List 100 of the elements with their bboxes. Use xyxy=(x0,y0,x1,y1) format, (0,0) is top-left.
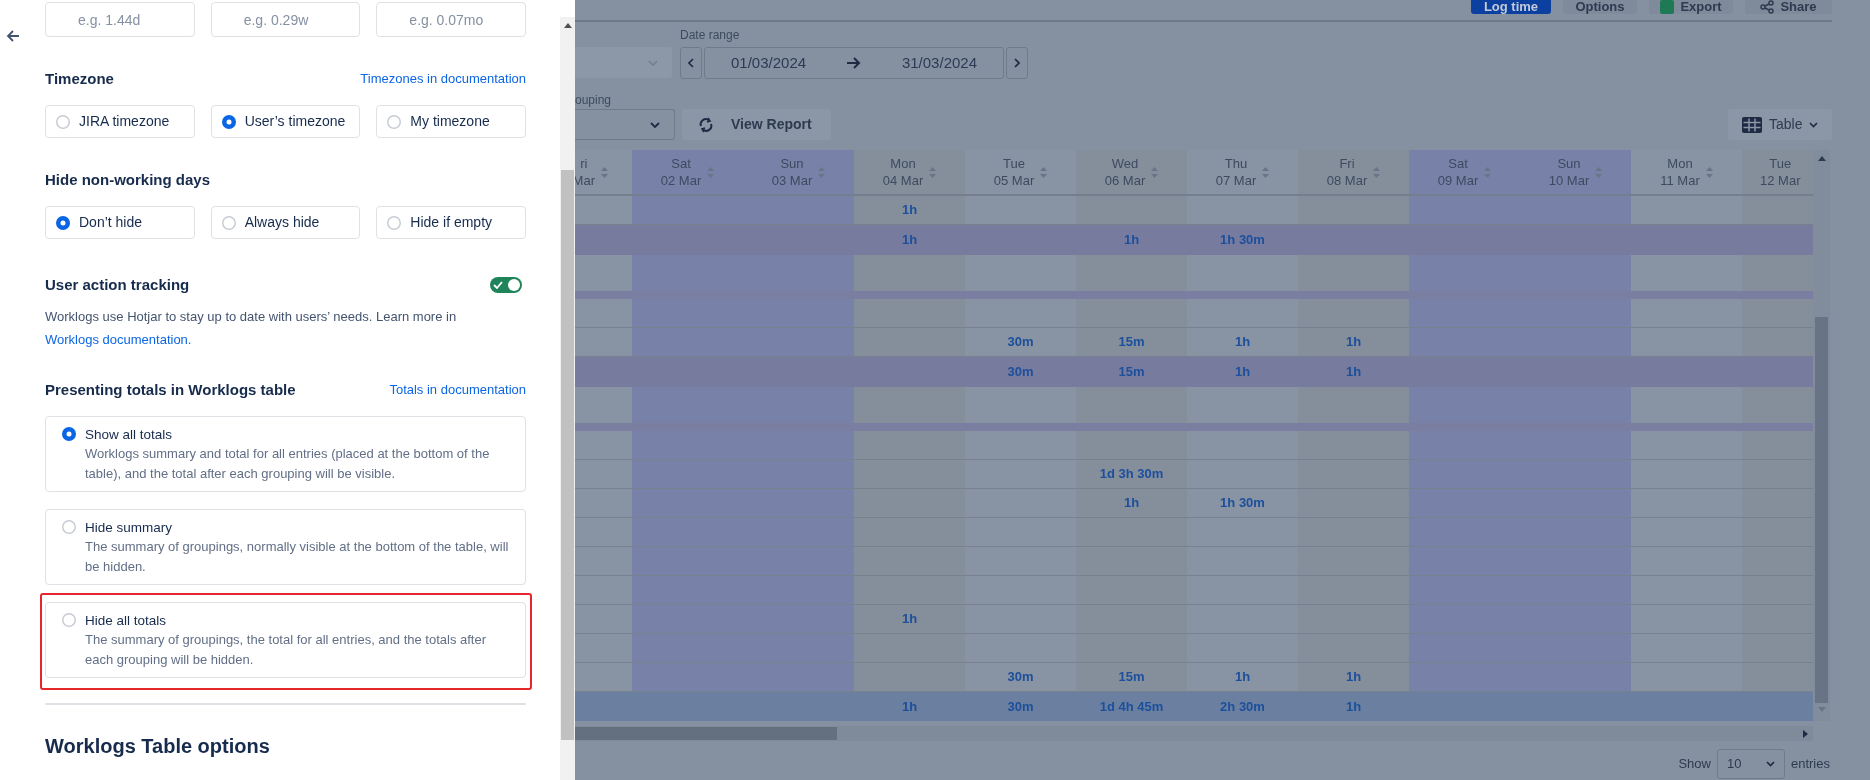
toolbar-button[interactable]: Export xyxy=(1649,0,1733,14)
time-cell[interactable]: 1h xyxy=(1187,663,1298,691)
input-field[interactable]: e.g. 1.44d xyxy=(45,2,195,37)
time-cell[interactable]: 1h xyxy=(1298,357,1409,387)
arrow-right-icon[interactable] xyxy=(1803,729,1808,738)
time-cell[interactable]: 30m xyxy=(965,328,1076,356)
radio-option[interactable]: My timezone xyxy=(376,105,526,138)
option-description: Worklogs summary and total for all entries (placed at the bottom of the table), and the total after each grouping will be visible. xyxy=(85,445,491,483)
refresh-icon xyxy=(698,116,714,133)
arrow-down-icon[interactable] xyxy=(1817,707,1826,712)
time-cell[interactable]: 1h xyxy=(1076,225,1187,255)
section-title: Worklogs Table options xyxy=(45,734,271,758)
arrow-up-icon[interactable] xyxy=(1817,156,1826,161)
field-label: Date range xyxy=(680,28,741,42)
column-header[interactable]: Wed 06 Mar xyxy=(1076,150,1187,194)
option-card[interactable]: Show all totals Worklogs summary and total for all entries (placed at the bottom of the table), and the total after each grouping will be visible. xyxy=(45,416,526,492)
column-header[interactable]: Sat 09 Mar xyxy=(1409,150,1520,194)
documentation-link[interactable]: Totals in documentation xyxy=(389,380,526,400)
radio-button[interactable] xyxy=(387,114,402,129)
description-text: Worklogs use Hotjar to stay up to date with users’ needs. Learn more in xyxy=(45,309,457,324)
time-cell[interactable]: 1h 30m xyxy=(1187,225,1298,255)
option-description: The summary of groupings, the total for all entries, and the totals after each grouping will be hidden. xyxy=(85,631,488,669)
option-card[interactable]: Hide all totals The summary of groupings, the total for all entries, and the totals after each grouping will be hidden. xyxy=(45,602,526,678)
date-range-field[interactable]: 01/03/2024 31/03/2024 xyxy=(704,47,1004,79)
field-label: ouping xyxy=(575,93,613,107)
time-cell[interactable]: 1h xyxy=(1298,663,1409,691)
previous-button[interactable] xyxy=(680,47,702,79)
radio-button[interactable] xyxy=(62,427,76,441)
section-title: Timezone xyxy=(45,68,114,89)
documentation-link[interactable]: Worklogs documentation. xyxy=(45,332,192,347)
section-title: User action tracking xyxy=(45,274,190,295)
time-cell[interactable]: 1h xyxy=(1298,692,1409,721)
time-cell[interactable]: 30m xyxy=(965,663,1076,691)
column-header[interactable]: Sun 03 Mar xyxy=(743,150,854,194)
toolbar-button[interactable]: Options xyxy=(1563,0,1637,14)
input-field[interactable]: e.g. 0.07mo xyxy=(376,2,526,37)
pagination-label: entries xyxy=(1790,755,1830,774)
next-button[interactable] xyxy=(1006,47,1028,79)
radio-button[interactable] xyxy=(221,215,236,230)
column-header[interactable]: Mon 04 Mar xyxy=(854,150,965,194)
time-cell[interactable]: 1h xyxy=(1187,328,1298,356)
select-field[interactable] xyxy=(575,47,672,78)
input-field[interactable]: e.g. 0.29w xyxy=(210,2,361,37)
time-cell[interactable]: 1h xyxy=(854,196,965,224)
time-cell[interactable]: 1h xyxy=(854,605,965,633)
time-cell[interactable]: 1d 3h 30m xyxy=(1076,460,1187,488)
chevron-down-icon xyxy=(1765,761,1775,767)
radio-button[interactable] xyxy=(56,215,70,230)
grid-icon xyxy=(1742,116,1762,133)
radio-button[interactable] xyxy=(62,613,76,627)
chevron-right-icon xyxy=(1014,58,1020,68)
view-menu-button[interactable]: Table xyxy=(1728,109,1832,140)
time-cell[interactable]: 2h 30m xyxy=(1187,692,1298,721)
column-header[interactable]: Sat 02 Mar xyxy=(632,150,743,194)
scrollbar[interactable] xyxy=(1813,150,1830,721)
time-cell[interactable]: 1d 4h 45m xyxy=(1076,692,1187,721)
scrollbar[interactable] xyxy=(575,726,1813,741)
time-cell[interactable]: 15m xyxy=(1076,357,1187,387)
radio-option[interactable]: Hide if empty xyxy=(376,206,526,239)
time-cell[interactable]: 1h xyxy=(1187,357,1298,387)
chevron-down-icon xyxy=(648,59,658,66)
documentation-link[interactable]: Timezones in documentation xyxy=(360,69,526,89)
time-cell[interactable]: 15m xyxy=(1076,328,1187,356)
pagination-label: Show xyxy=(1678,755,1711,774)
sort-icon xyxy=(929,166,937,178)
radio-button[interactable] xyxy=(221,114,236,129)
arrow-up-icon[interactable] xyxy=(563,23,572,28)
page-size-select[interactable]: 10 xyxy=(1716,749,1785,779)
radio-button[interactable] xyxy=(56,114,70,129)
toggle-switch[interactable] xyxy=(490,277,522,293)
column-header[interactable]: Sun 10 Mar xyxy=(1520,150,1631,194)
time-cell[interactable]: 15m xyxy=(1076,663,1187,691)
column-header[interactable]: Tue 12 Mar xyxy=(1742,150,1813,194)
time-cell[interactable]: 1h xyxy=(854,225,965,255)
option-description: The summary of groupings, normally visible at the bottom of the table, will be hidden. xyxy=(85,538,510,576)
time-cell[interactable]: 1h xyxy=(1076,489,1187,517)
view-report-button[interactable]: View Report xyxy=(682,109,831,140)
toolbar-button[interactable]: Share xyxy=(1745,0,1832,14)
column-header[interactable]: Fri 08 Mar xyxy=(1298,150,1409,194)
option-card[interactable]: Hide summary The summary of groupings, normally visible at the bottom of the table, will be hidden. xyxy=(45,509,526,585)
radio-button[interactable] xyxy=(387,215,402,230)
chevron-left-icon xyxy=(688,58,694,68)
radio-option[interactable]: User’s timezone xyxy=(210,105,361,138)
time-cell[interactable]: 30m xyxy=(965,357,1076,387)
radio-option[interactable]: JIRA timezone xyxy=(45,105,195,138)
radio-button[interactable] xyxy=(62,520,76,534)
scrollbar[interactable] xyxy=(560,17,575,780)
option-label: Hide all totals xyxy=(85,612,168,630)
radio-option[interactable]: Always hide xyxy=(210,206,361,239)
time-cell[interactable]: 1h 30m xyxy=(1187,489,1298,517)
share-icon xyxy=(1760,0,1775,14)
select-field[interactable] xyxy=(575,109,675,140)
toolbar-button[interactable]: Log time xyxy=(1471,0,1551,14)
sort-icon xyxy=(1705,166,1713,178)
section-title: Hide non-working days xyxy=(45,169,210,190)
radio-option[interactable]: Don’t hide xyxy=(45,206,195,239)
time-cell[interactable]: 30m xyxy=(965,692,1076,721)
back-arrow-icon[interactable] xyxy=(6,29,20,43)
time-cell[interactable]: 1h xyxy=(854,692,965,721)
time-cell[interactable]: 1h xyxy=(1298,328,1409,356)
